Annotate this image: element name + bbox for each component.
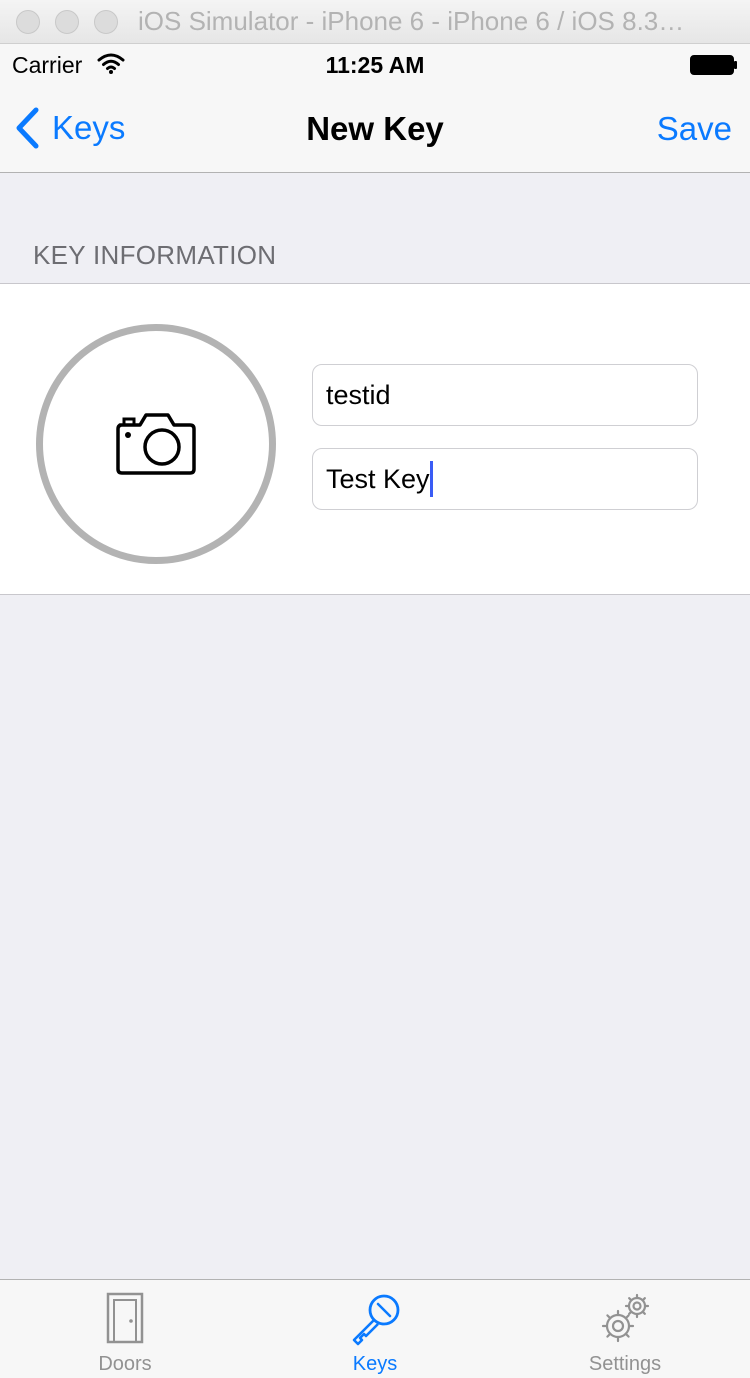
tab-settings[interactable]: Settings	[500, 1280, 750, 1378]
key-id-value: testid	[326, 379, 391, 410]
add-photo-button[interactable]	[36, 324, 276, 564]
window-title: iOS Simulator - iPhone 6 - iPhone 6 / iO…	[138, 6, 685, 36]
tab-label-doors: Doors	[98, 1353, 152, 1375]
tab-doors[interactable]: Doors	[0, 1280, 250, 1378]
key-name-value: Test Key	[326, 463, 430, 494]
gears-icon	[601, 1293, 650, 1343]
tab-keys[interactable]: Keys	[250, 1280, 500, 1378]
zoom-window-button[interactable]	[94, 9, 118, 34]
text-cursor	[429, 461, 433, 497]
battery-icon	[690, 55, 737, 75]
window-controls	[16, 9, 118, 34]
page-title: New Key	[306, 110, 444, 147]
save-button[interactable]: Save	[657, 110, 732, 148]
door-icon	[106, 1292, 144, 1344]
navigation-bar: Carrier 11:25 AM Keys New Key Save	[0, 44, 750, 173]
key-id-field[interactable]: testid	[312, 364, 698, 426]
key-name-field[interactable]: Test Key	[312, 448, 698, 510]
key-info-card: testid Test Key	[0, 283, 750, 595]
close-window-button[interactable]	[16, 9, 40, 34]
camera-icon	[116, 413, 196, 475]
key-icon	[352, 1294, 400, 1346]
tab-label-keys: Keys	[352, 1353, 398, 1375]
section-header: KEY INFORMATION	[33, 240, 277, 270]
simulator-title-bar: iOS Simulator - iPhone 6 - iPhone 6 / iO…	[0, 0, 750, 44]
tab-label-settings: Settings	[588, 1353, 662, 1375]
minimize-window-button[interactable]	[55, 9, 79, 34]
status-time: 11:25 AM	[325, 52, 425, 78]
tab-bar: Doors Keys Settings	[0, 1279, 750, 1378]
